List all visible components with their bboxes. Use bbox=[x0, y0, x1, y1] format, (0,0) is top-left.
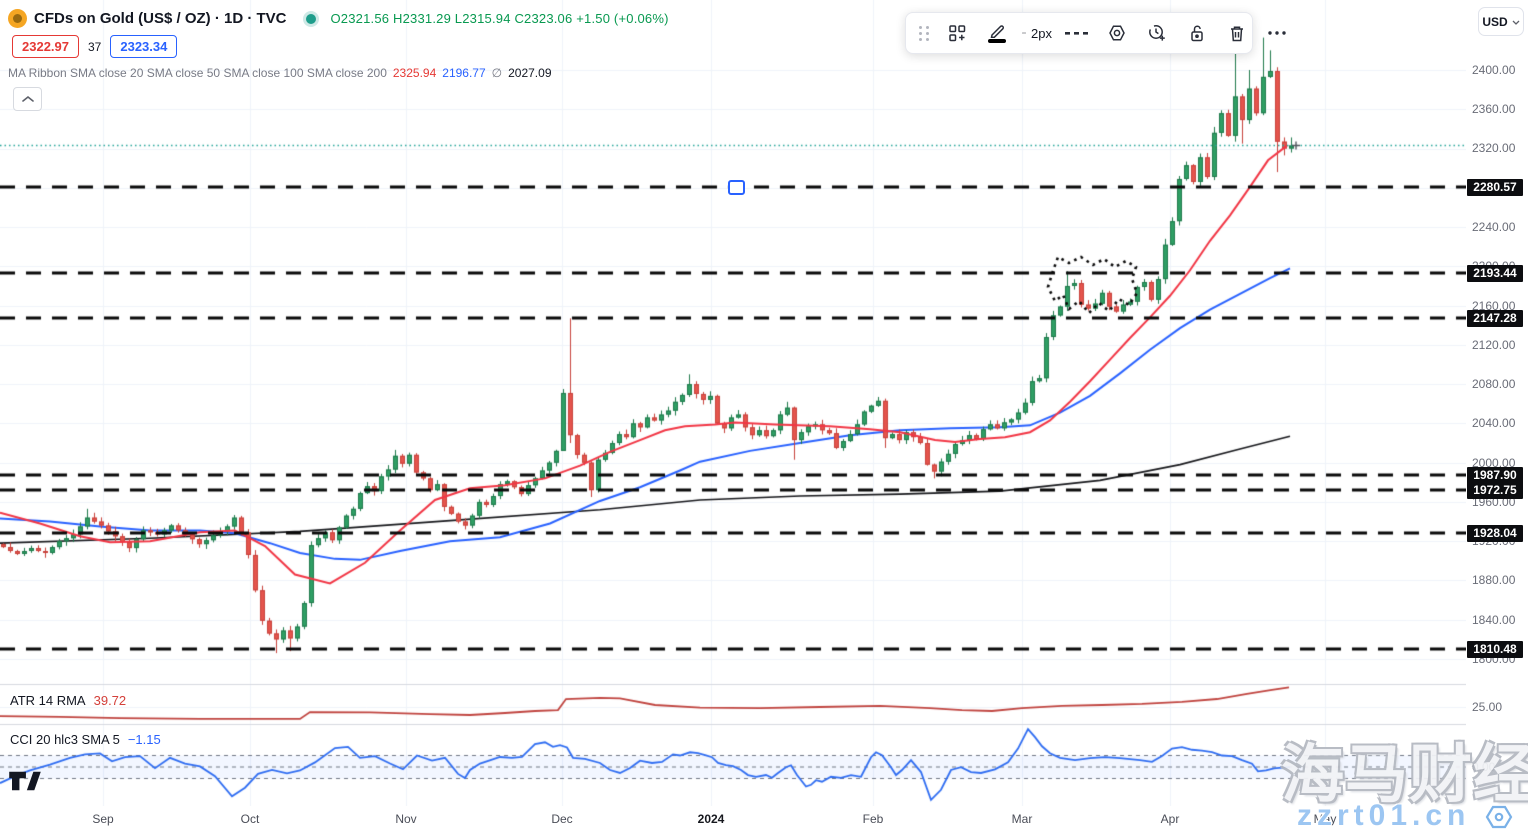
price-tick: 2080.00 bbox=[1472, 376, 1515, 392]
time-tick: Dec bbox=[551, 812, 572, 826]
lock-open-icon bbox=[1189, 24, 1205, 43]
tradingview-logo-icon bbox=[8, 768, 42, 794]
symbol-title[interactable]: CFDs on Gold (US$ / OZ) · 1D · TVC bbox=[34, 10, 287, 27]
chevron-up-icon bbox=[22, 95, 34, 103]
chart-canvas[interactable] bbox=[0, 0, 1528, 834]
ohlc-values: O2321.56 H2331.29 L2315.94 C2323.06 +1.5… bbox=[331, 11, 669, 26]
time-axis[interactable]: Sep Oct Nov Dec 2024 Feb Mar Apr May bbox=[0, 806, 1528, 834]
ma-ribbon-legend[interactable]: MA Ribbon SMA close 20 SMA close 50 SMA … bbox=[8, 66, 552, 80]
price-tick: 1840.00 bbox=[1472, 612, 1515, 628]
color-swatch bbox=[988, 39, 1006, 43]
ma-value-50: 2196.77 bbox=[442, 66, 485, 80]
lock-button[interactable] bbox=[1178, 18, 1216, 48]
ma-average-symbol: ∅ bbox=[492, 66, 502, 80]
level-price-badge: 2193.44 bbox=[1467, 265, 1523, 282]
gold-symbol-icon bbox=[8, 9, 27, 28]
delete-button[interactable] bbox=[1218, 18, 1256, 48]
cci-label: CCI 20 hlc3 SMA 5 bbox=[10, 732, 120, 747]
line-color-button[interactable] bbox=[978, 18, 1016, 48]
dashed-line-icon bbox=[1065, 32, 1089, 35]
settings-button[interactable] bbox=[1098, 18, 1136, 48]
chevron-down-icon bbox=[1512, 20, 1520, 25]
time-tick: May bbox=[1314, 812, 1337, 826]
chart-window: CFDs on Gold (US$ / OZ) · 1D · TVC O2321… bbox=[0, 0, 1528, 834]
time-tick: Sep bbox=[92, 812, 113, 826]
pencil-icon bbox=[989, 24, 1006, 38]
price-tick: 2240.00 bbox=[1472, 219, 1515, 235]
ma-value-avg: 2027.09 bbox=[508, 66, 551, 80]
price-tick: 25.00 bbox=[1472, 699, 1502, 715]
trash-icon bbox=[1229, 24, 1245, 43]
drawing-anchor-handle[interactable] bbox=[728, 180, 745, 195]
atr-value: 39.72 bbox=[94, 693, 127, 708]
level-price-badge: 1987.90 bbox=[1467, 467, 1523, 484]
market-open-icon[interactable] bbox=[306, 14, 316, 24]
currency-selector[interactable]: USD bbox=[1478, 7, 1524, 36]
spread-value: 37 bbox=[88, 40, 101, 54]
currency-label: USD bbox=[1482, 15, 1507, 29]
ma-value-20: 2325.94 bbox=[393, 66, 436, 80]
toolbar-drag-handle[interactable] bbox=[912, 18, 936, 48]
line-style-button[interactable] bbox=[1058, 18, 1096, 48]
time-tick: Oct bbox=[241, 812, 260, 826]
ask-price[interactable]: 2323.34 bbox=[110, 35, 177, 58]
bid-ask-row: 2322.97 37 2323.34 bbox=[12, 35, 177, 58]
alert-button[interactable] bbox=[1138, 18, 1176, 48]
atr-label: ATR 14 RMA bbox=[10, 693, 86, 708]
time-tick: Nov bbox=[395, 812, 416, 826]
layout-grid-plus-icon bbox=[948, 24, 967, 43]
atr-legend[interactable]: ATR 14 RMA 39.72 bbox=[10, 693, 126, 708]
level-price-badge: 2280.57 bbox=[1467, 179, 1523, 196]
time-tick: Apr bbox=[1161, 812, 1180, 826]
time-tick: Feb bbox=[863, 812, 884, 826]
more-button[interactable] bbox=[1258, 18, 1296, 48]
ma-ribbon-label: MA Ribbon SMA close 20 SMA close 50 SMA … bbox=[8, 66, 387, 80]
drag-dots-icon bbox=[919, 26, 930, 41]
price-tick: 2120.00 bbox=[1472, 337, 1515, 353]
price-axis[interactable]: 2400.002360.002320.002240.002200.002160.… bbox=[1466, 0, 1528, 806]
price-tick: 2320.00 bbox=[1472, 140, 1515, 156]
symbol-header: CFDs on Gold (US$ / OZ) · 1D · TVC O2321… bbox=[8, 9, 669, 28]
clock-plus-icon bbox=[1147, 23, 1167, 43]
line-width-button[interactable]: 2px bbox=[1018, 18, 1056, 48]
price-tick: 2360.00 bbox=[1472, 101, 1515, 117]
gear-icon bbox=[1107, 23, 1127, 43]
collapse-legend-button[interactable] bbox=[13, 87, 42, 111]
time-tick: 2024 bbox=[698, 812, 725, 826]
level-price-badge: 1972.75 bbox=[1467, 482, 1523, 499]
time-tick: Mar bbox=[1012, 812, 1033, 826]
tradingview-logo[interactable] bbox=[8, 768, 42, 799]
cci-value: −1.15 bbox=[128, 732, 161, 747]
line-width-icon bbox=[1022, 31, 1026, 35]
bid-price[interactable]: 2322.97 bbox=[12, 35, 79, 58]
price-tick: 2040.00 bbox=[1472, 415, 1515, 431]
template-button[interactable] bbox=[938, 18, 976, 48]
ellipsis-icon bbox=[1268, 31, 1286, 35]
drawing-toolbar: 2px bbox=[905, 12, 1253, 54]
level-price-badge: 1928.04 bbox=[1467, 525, 1523, 542]
line-width-label: 2px bbox=[1031, 26, 1052, 41]
price-tick: 0.00 bbox=[1472, 759, 1495, 775]
level-price-badge: 2147.28 bbox=[1467, 310, 1523, 327]
price-tick: 1880.00 bbox=[1472, 572, 1515, 588]
cci-legend[interactable]: CCI 20 hlc3 SMA 5 −1.15 bbox=[10, 732, 161, 747]
price-tick: 2400.00 bbox=[1472, 62, 1515, 78]
level-price-badge: 1810.48 bbox=[1467, 641, 1523, 658]
